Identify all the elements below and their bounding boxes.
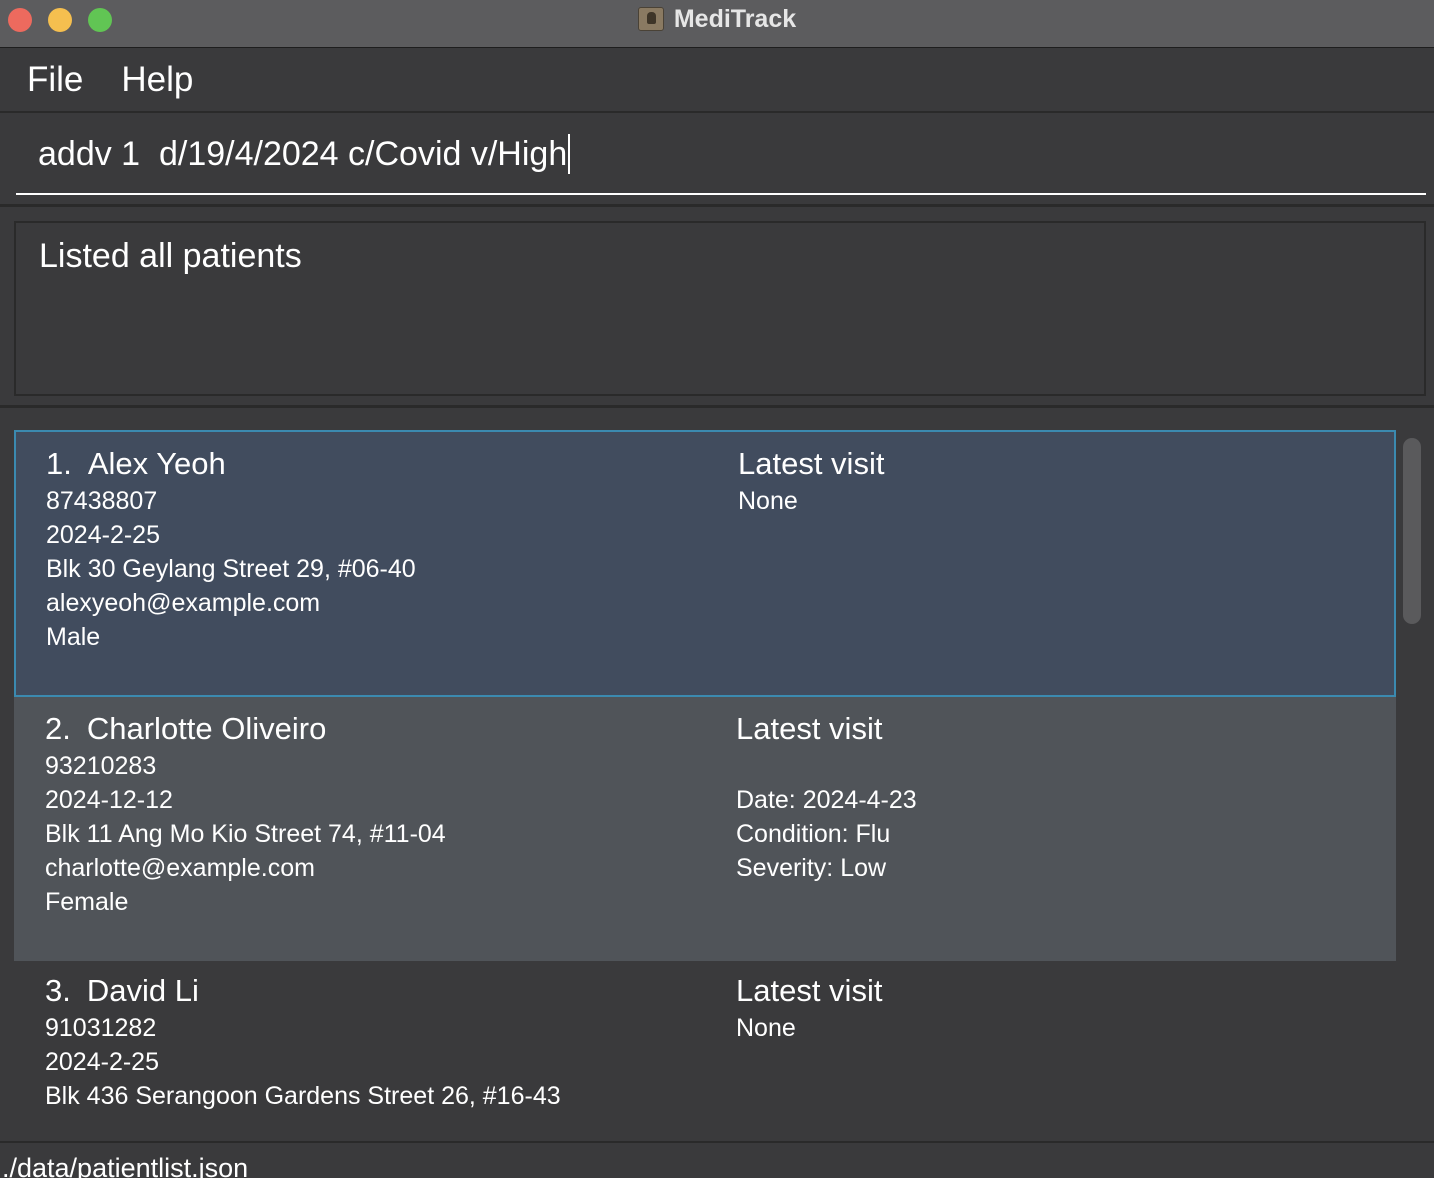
command-input[interactable]: addv 1 d/19/4/2024 c/Covid v/High	[16, 115, 1426, 195]
patient-name: Charlotte Oliveiro	[86, 711, 327, 746]
patient-index: 1.	[46, 446, 72, 481]
patient-card[interactable]: 2. Charlotte Oliveiro 93210283 2024-12-1…	[14, 697, 1396, 961]
patient-name-line: 2. Charlotte Oliveiro	[45, 709, 446, 749]
app-icon	[637, 7, 664, 31]
status-bar: ./data/patientlist.json	[0, 1141, 1434, 1178]
latest-visit-title: Latest visit	[738, 446, 885, 481]
latest-visit-none: None	[738, 487, 798, 515]
patient-list: 1. Alex Yeoh 87438807 2024-2-25 Blk 30 G…	[0, 411, 1434, 1141]
patient-address: Blk 30 Geylang Street 29, #06-40	[46, 555, 416, 583]
patient-gender: Male	[46, 623, 101, 651]
visit-spacer	[736, 749, 917, 783]
data-file-path: ./data/patientlist.json	[2, 1153, 249, 1178]
latest-visit-severity: Severity: Low	[736, 854, 887, 882]
patient-details: 1. Alex Yeoh 87438807 2024-2-25 Blk 30 G…	[46, 444, 416, 654]
latest-visit-condition: Condition: Flu	[736, 820, 891, 848]
title-bar: MediTrack	[0, 0, 1434, 48]
latest-visit-none: None	[736, 1014, 796, 1042]
title-wrap: MediTrack	[0, 0, 1434, 38]
patient-email: alexyeoh@example.com	[46, 589, 321, 617]
latest-visit: Latest visit Date: 2024-4-23 Condition: …	[736, 709, 917, 885]
patient-address: Blk 11 Ang Mo Kio Street 74, #11-04	[45, 820, 446, 848]
latest-visit: Latest visit None	[736, 971, 882, 1045]
window-title: MediTrack	[673, 4, 797, 33]
latest-visit: Latest visit None	[738, 444, 884, 518]
patient-name: Alex Yeoh	[87, 446, 226, 481]
patient-index: 3.	[45, 973, 71, 1008]
patient-email: charlotte@example.com	[45, 854, 315, 882]
app-window: MediTrack File Help addv 1 d/19/4/2024 c…	[0, 0, 1434, 1178]
menu-help[interactable]: Help	[121, 60, 193, 100]
patient-address: Blk 436 Serangoon Gardens Street 26, #16…	[45, 1082, 561, 1110]
patient-date: 2024-12-12	[45, 786, 173, 814]
latest-visit-title: Latest visit	[736, 711, 883, 746]
command-box: addv 1 d/19/4/2024 c/Covid v/High	[0, 115, 1434, 207]
patient-date: 2024-2-25	[45, 1048, 159, 1076]
result-message: Listed all patients	[39, 237, 302, 275]
patient-gender: Female	[45, 888, 129, 916]
patient-details: 2. Charlotte Oliveiro 93210283 2024-12-1…	[45, 709, 446, 919]
text-caret	[568, 134, 571, 174]
menu-file[interactable]: File	[27, 60, 83, 100]
latest-visit-title: Latest visit	[736, 973, 883, 1008]
scrollbar-thumb[interactable]	[1403, 438, 1421, 624]
patient-date: 2024-2-25	[46, 521, 160, 549]
patient-phone: 91031282	[45, 1014, 157, 1042]
latest-visit-date: Date: 2024-4-23	[736, 786, 917, 814]
patient-name-line: 3. David Li	[45, 971, 561, 1011]
command-text: addv 1 d/19/4/2024 c/Covid v/High	[38, 134, 568, 173]
patient-details: 3. David Li 91031282 2024-2-25 Blk 436 S…	[45, 971, 561, 1113]
patient-index: 2.	[45, 711, 71, 746]
patient-phone: 87438807	[46, 487, 158, 515]
patient-card[interactable]: 3. David Li 91031282 2024-2-25 Blk 436 S…	[14, 961, 1396, 1141]
result-display: Listed all patients	[0, 210, 1434, 408]
patient-card[interactable]: 1. Alex Yeoh 87438807 2024-2-25 Blk 30 G…	[14, 430, 1396, 697]
patient-phone: 93210283	[45, 752, 157, 780]
result-message-box: Listed all patients	[14, 221, 1426, 396]
patient-name: David Li	[86, 973, 199, 1008]
menu-bar: File Help	[0, 49, 1434, 113]
patient-name-line: 1. Alex Yeoh	[46, 444, 416, 484]
